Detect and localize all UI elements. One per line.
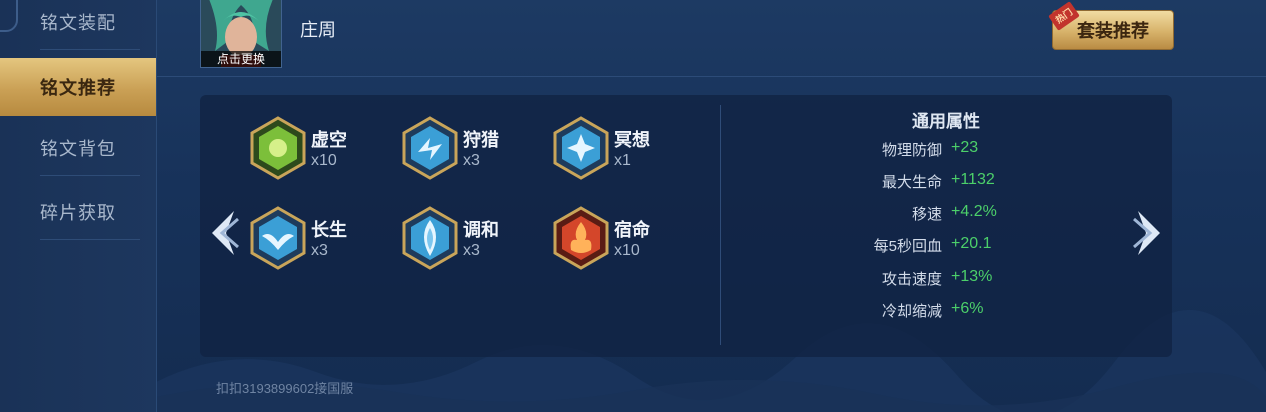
attribute-value: +20.1: [951, 235, 992, 252]
avatar-change-label: 点击更换: [201, 51, 281, 67]
attribute-name: 移速: [911, 206, 942, 223]
attributes-title: 通用属性: [912, 112, 980, 131]
attribute-name: 每5秒回血: [873, 238, 942, 255]
hero-avatar[interactable]: 点击更换: [200, 0, 282, 68]
attribute-row: 攻击速度 +13%: [800, 268, 1120, 292]
sidebar: 铭文装配 铭文推荐 铭文背包 碎片获取: [0, 0, 157, 412]
suite-recommend-button[interactable]: 热门 套装推荐: [1048, 1, 1174, 50]
header-divider: [157, 76, 1266, 77]
hot-badge: 热门: [1048, 1, 1080, 31]
suite-recommend-label: 套装推荐: [1077, 21, 1149, 41]
hero-name: 庄周: [300, 20, 336, 40]
sidebar-item-label: 铭文推荐: [40, 78, 116, 98]
destiny-rune-icon: [553, 206, 609, 270]
attribute-name: 冷却缩减: [881, 303, 942, 320]
rune-name: 狩猎: [463, 130, 499, 150]
rune-item[interactable]: 虚空 x10: [250, 116, 390, 188]
rune-name: 调和: [463, 220, 499, 240]
rune-name: 宿命: [614, 220, 650, 240]
attribute-value: +23: [951, 139, 979, 156]
attribute-row: 移速 +4.2%: [800, 203, 1120, 227]
rune-item[interactable]: 长生 x3: [250, 206, 390, 278]
rune-item[interactable]: 宿命 x10: [553, 206, 693, 278]
chevron-right-icon[interactable]: [1130, 207, 1168, 259]
sidebar-item-label: 铭文背包: [40, 139, 116, 159]
rune-count: x1: [614, 152, 631, 169]
attribute-value: +1132: [951, 171, 995, 188]
harmony-rune-icon: [402, 206, 458, 270]
attribute-value: +4.2%: [951, 203, 997, 220]
rune-item[interactable]: 冥想 x1: [553, 116, 693, 188]
attribute-value: +6%: [951, 300, 984, 317]
rune-name: 长生: [311, 220, 347, 240]
rune-count: x3: [463, 152, 480, 169]
rune-count: x10: [311, 152, 337, 169]
rune-count: x3: [463, 242, 480, 259]
rune-name: 冥想: [614, 130, 650, 150]
attribute-name: 物理防御: [881, 142, 942, 159]
panel-divider: [720, 105, 721, 345]
attribute-row: 每5秒回血 +20.1: [800, 235, 1120, 259]
attribute-row: 最大生命 +1132: [800, 171, 1120, 195]
rune-item[interactable]: 狩猎 x3: [402, 116, 542, 188]
rune-item[interactable]: 调和 x3: [402, 206, 542, 278]
attribute-row: 物理防御 +23: [800, 139, 1120, 163]
footer-watermark-text: 扣扣3193899602接国服: [216, 381, 354, 396]
meditation-rune-icon: [553, 116, 609, 180]
sidebar-item-rune-recommend[interactable]: 铭文推荐: [0, 58, 156, 116]
sidebar-item-label: 碎片获取: [40, 203, 116, 223]
attribute-value: +13%: [951, 268, 993, 285]
chevron-left-icon[interactable]: [204, 207, 242, 259]
attribute-name: 最大生命: [881, 174, 942, 191]
rune-count: x3: [311, 242, 328, 259]
void-rune-icon: [250, 116, 306, 180]
longevity-rune-icon: [250, 206, 306, 270]
hunt-rune-icon: [402, 116, 458, 180]
sidebar-item-label: 铭文装配: [40, 13, 116, 33]
rune-count: x10: [614, 242, 640, 259]
attribute-row: 冷却缩减 +6%: [800, 300, 1120, 324]
rune-name: 虚空: [311, 130, 347, 150]
sidebar-item-rune-equip[interactable]: 铭文装配: [0, 0, 156, 50]
sidebar-item-fragment-obtain[interactable]: 碎片获取: [0, 184, 156, 240]
sidebar-item-rune-bag[interactable]: 铭文背包: [0, 120, 156, 176]
attribute-name: 攻击速度: [881, 271, 942, 288]
